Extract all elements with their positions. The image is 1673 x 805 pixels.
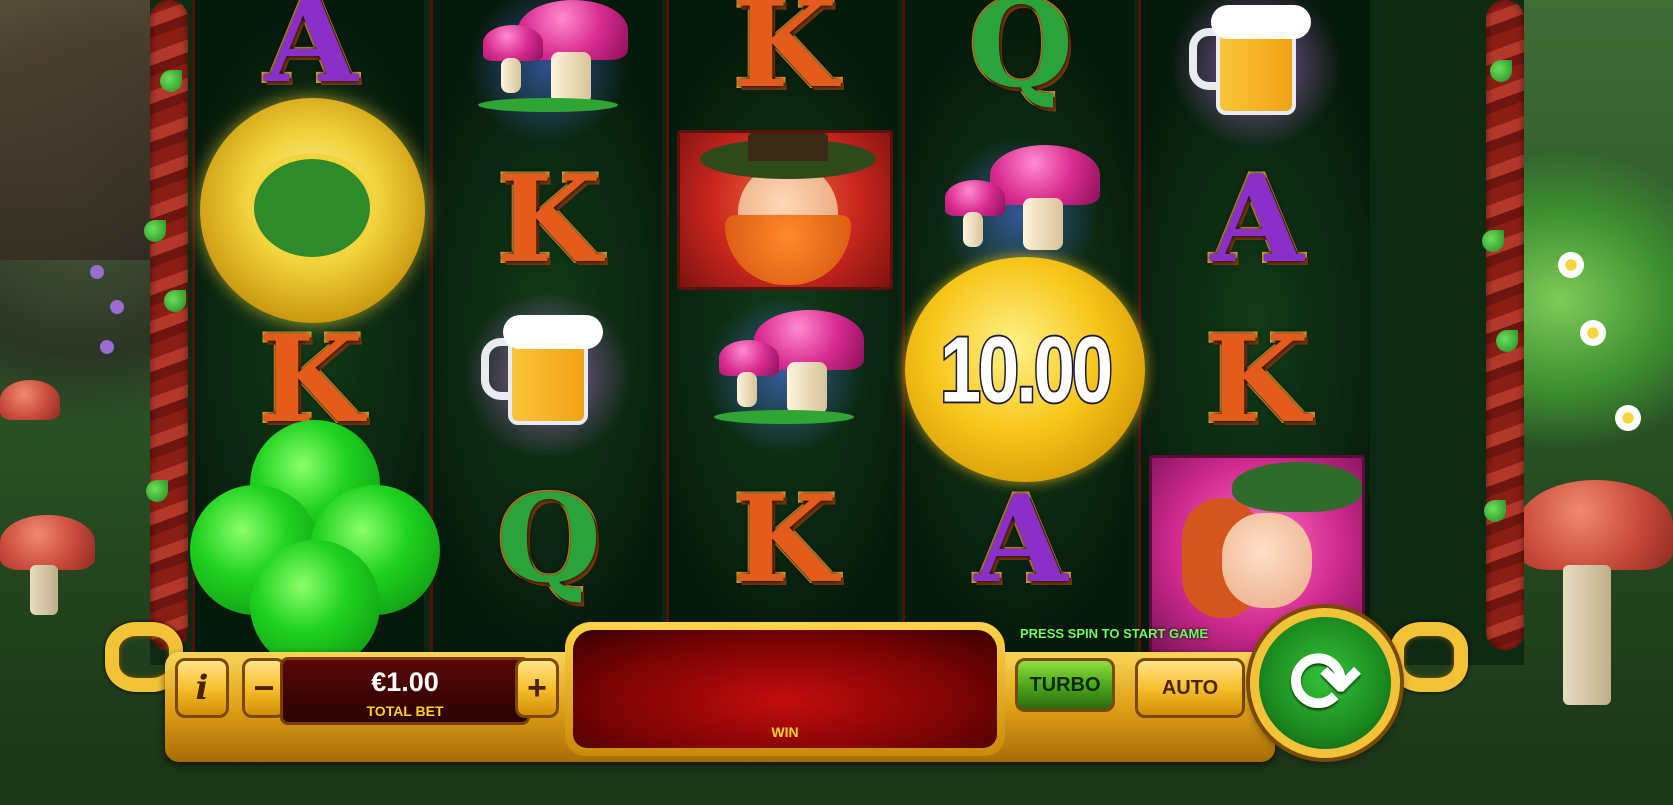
- bonus-coin-value: 10.00: [938, 316, 1114, 424]
- turbo-button[interactable]: TURBO: [1015, 658, 1115, 712]
- reel-symbol: K: [433, 135, 665, 305]
- symbol-k: K: [731, 0, 839, 115]
- symbol-tree-of-life: [200, 98, 425, 323]
- left-rope-border: [150, 0, 188, 650]
- reel-symbol: K: [669, 0, 901, 130]
- refresh-icon: ⟳: [1288, 635, 1362, 731]
- reel-symbol: K: [669, 455, 901, 625]
- win-display: WIN: [565, 622, 1005, 756]
- vine-leaf: [1484, 500, 1506, 522]
- reel-symbol: Q: [905, 0, 1137, 130]
- win-display-inner: WIN: [573, 630, 997, 748]
- symbol-q: Q: [967, 0, 1076, 115]
- reel-3: K K: [666, 0, 898, 660]
- bonus-coin: 10.00: [905, 257, 1145, 482]
- increase-bet-button[interactable]: +: [515, 658, 559, 718]
- background-mushroom: [0, 515, 110, 625]
- symbol-a: A: [972, 469, 1069, 610]
- auto-label: AUTO: [1161, 676, 1219, 699]
- symbol-a: A: [262, 0, 359, 110]
- vine-leaf: [1496, 330, 1518, 352]
- background-foxglove: [100, 340, 114, 354]
- info-button[interactable]: i: [175, 658, 229, 718]
- control-bar: i − €1.00 TOTAL BET + WIN PRESS SPIN TO …: [105, 608, 1468, 805]
- symbol-k: K: [731, 469, 839, 610]
- plus-icon: +: [527, 668, 547, 707]
- right-rope-border: [1486, 0, 1524, 650]
- background-daisy: [1615, 405, 1641, 431]
- background-foxglove: [110, 300, 124, 314]
- symbol-k: K: [1203, 309, 1311, 450]
- turbo-label: TURBO: [1029, 673, 1101, 696]
- reel-symbol-mushroom: [433, 0, 665, 150]
- reel-symbol-beer: [1141, 0, 1373, 150]
- reel-symbol: K: [1141, 295, 1373, 465]
- game-stage: A K K Q K K Q A A K 10.00 i − €1.00 TOTA…: [0, 0, 1673, 805]
- symbol-q: Q: [495, 469, 604, 610]
- background-daisy: [1580, 320, 1606, 346]
- reel-symbol: A: [1141, 135, 1373, 305]
- background-foxglove: [90, 265, 104, 279]
- reel-symbol-leprechaun: [677, 130, 893, 290]
- right-ring-ornament: [1390, 622, 1468, 692]
- win-label: WIN: [771, 724, 799, 740]
- auto-button[interactable]: AUTO: [1135, 658, 1245, 718]
- minus-icon: −: [253, 667, 275, 708]
- reel-2: K Q: [430, 0, 662, 660]
- background-daisy: [1558, 252, 1584, 278]
- status-message: PRESS SPIN TO START GAME: [1020, 626, 1209, 641]
- reel-5: A K: [1138, 0, 1370, 660]
- reel-symbol: Q: [433, 455, 665, 625]
- reel-symbol-mushroom: [669, 290, 901, 460]
- reel-symbol-beer: [433, 290, 665, 460]
- vine-leaf: [160, 70, 182, 92]
- vine-leaf: [1482, 230, 1504, 252]
- background-mushroom: [0, 380, 70, 460]
- total-bet-display: €1.00 TOTAL BET: [280, 657, 530, 725]
- total-bet-label: TOTAL BET: [366, 703, 444, 719]
- vine-leaf: [1490, 60, 1512, 82]
- background-mushroom: [1518, 480, 1673, 710]
- vine-leaf: [146, 480, 168, 502]
- spin-button[interactable]: ⟳: [1250, 608, 1400, 758]
- background-cottage: [0, 0, 160, 260]
- info-icon: i: [195, 668, 209, 708]
- vine-leaf: [164, 290, 186, 312]
- total-bet-value: €1.00: [371, 667, 439, 697]
- vine-leaf: [144, 220, 166, 242]
- symbol-k: K: [495, 149, 603, 290]
- symbol-a: A: [1208, 149, 1305, 290]
